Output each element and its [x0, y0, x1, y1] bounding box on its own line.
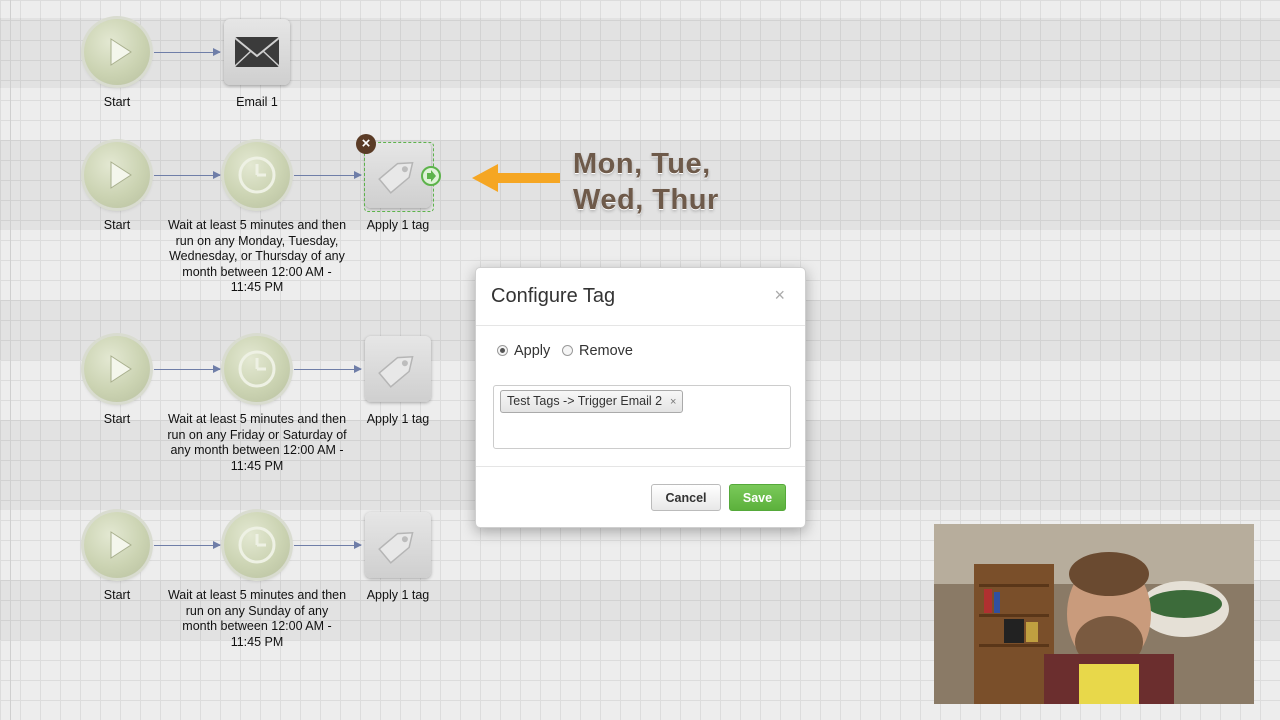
- tag-chip: Test Tags -> Trigger Email 2 ×: [500, 390, 684, 413]
- remove-radio[interactable]: [562, 345, 573, 356]
- node-wait[interactable]: [224, 512, 290, 578]
- connector-arrow: [154, 171, 221, 179]
- play-icon: [110, 38, 132, 66]
- node-tag[interactable]: [365, 512, 431, 578]
- annotation-line-1: Mon, Tue,: [573, 148, 711, 180]
- node-label: Email 1: [236, 95, 278, 109]
- connector-arrow: [154, 365, 221, 373]
- dialog-header: Configure Tag ×: [476, 268, 805, 326]
- clock-icon: [238, 350, 276, 388]
- dialog-title: Configure Tag: [491, 285, 616, 307]
- save-button[interactable]: Save: [729, 484, 786, 511]
- play-icon: [110, 355, 132, 383]
- connector-arrow: [294, 365, 362, 373]
- connector-arrow: [154, 541, 221, 549]
- delete-node-icon[interactable]: ×: [356, 134, 376, 154]
- tag-chip-label: Test Tags -> Trigger Email 2: [507, 394, 663, 408]
- connector-arrow: [294, 541, 362, 549]
- annotation-text: Mon, Tue, Wed, Thur: [573, 146, 719, 218]
- play-icon: [110, 161, 132, 189]
- tag-input[interactable]: Test Tags -> Trigger Email 2 ×: [493, 385, 791, 449]
- tag-icon: [378, 355, 414, 388]
- node-label: Apply 1 tag: [366, 588, 430, 602]
- tag-icon: [378, 531, 414, 564]
- canvas-edge: [10, 0, 11, 720]
- clock-icon: [238, 526, 276, 564]
- node-wait[interactable]: [224, 336, 290, 402]
- node-start[interactable]: [84, 336, 150, 402]
- webcam-image: [934, 524, 1254, 704]
- remove-radio-label[interactable]: Remove: [579, 343, 633, 359]
- row-band: [0, 18, 1280, 88]
- apply-radio[interactable]: [497, 345, 508, 356]
- node-label: Apply 1 tag: [366, 412, 430, 426]
- envelope-icon: [234, 37, 280, 67]
- connector-arrow: [154, 48, 221, 56]
- node-start[interactable]: [84, 512, 150, 578]
- arrow-right-icon: [427, 170, 436, 182]
- cancel-button[interactable]: Cancel: [651, 484, 721, 511]
- annotation-line-2: Wed, Thur: [573, 184, 719, 216]
- annotation-arrow: [472, 164, 560, 192]
- connector-arrow: [294, 171, 362, 179]
- node-tag[interactable]: [365, 336, 431, 402]
- configure-tag-dialog: Configure Tag × Apply Remove Test Tags -…: [475, 267, 806, 528]
- webcam-overlay: [934, 524, 1254, 704]
- dialog-footer: Cancel Save: [476, 466, 805, 528]
- chip-remove-icon[interactable]: ×: [670, 396, 676, 408]
- close-icon[interactable]: ×: [774, 285, 785, 306]
- play-icon: [110, 531, 132, 559]
- apply-radio-label[interactable]: Apply: [514, 343, 550, 359]
- node-wait[interactable]: [224, 142, 290, 208]
- clock-icon: [238, 156, 276, 194]
- node-label: Apply 1 tag: [366, 218, 430, 232]
- node-start[interactable]: [84, 19, 150, 85]
- node-email[interactable]: [224, 19, 290, 85]
- connect-output-icon[interactable]: [421, 166, 441, 186]
- node-start[interactable]: [84, 142, 150, 208]
